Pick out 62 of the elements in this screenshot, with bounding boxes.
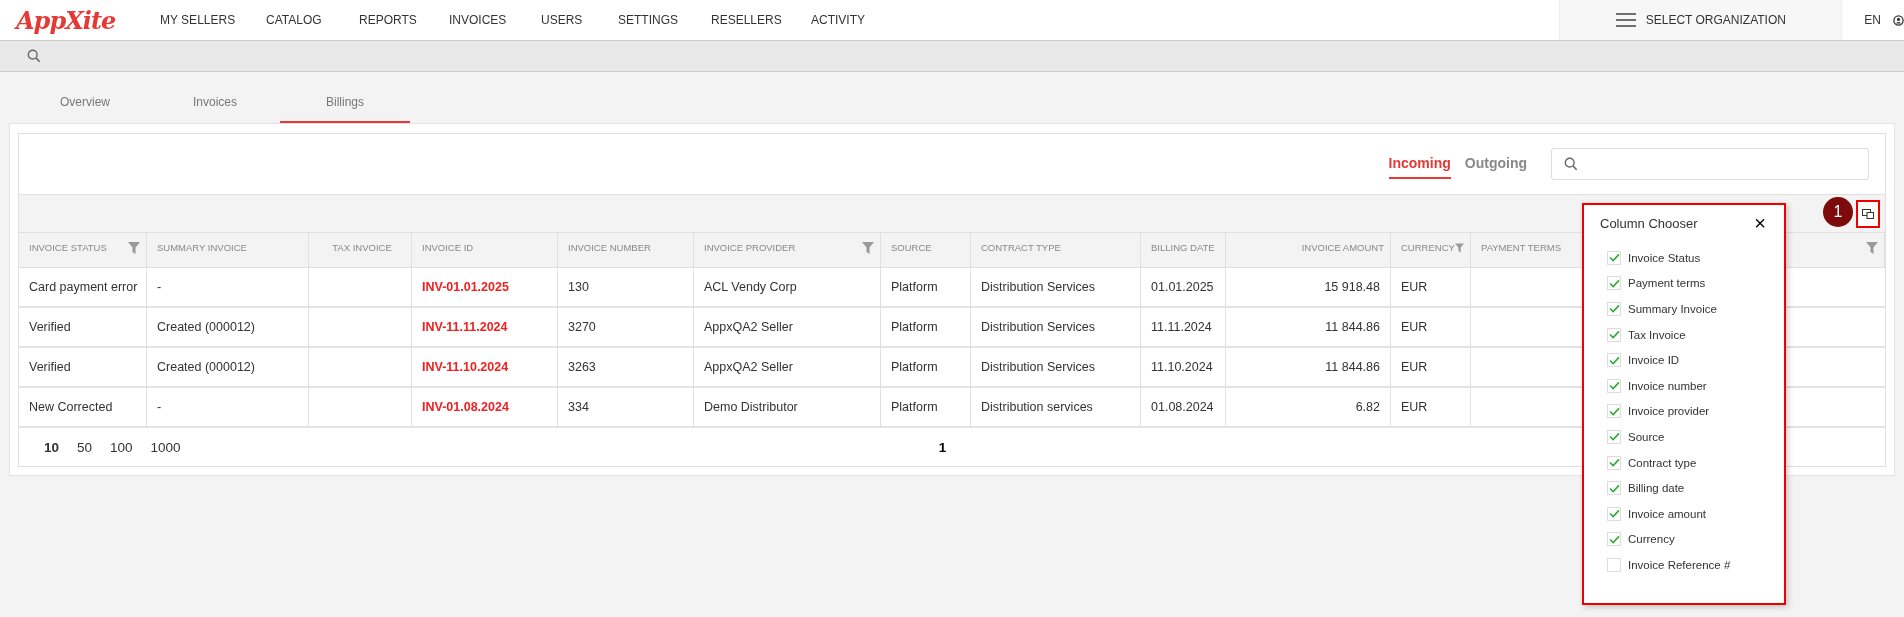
column-header-label: PAYMENT TERMS [1481, 242, 1562, 253]
table-cell: 130 [558, 268, 694, 308]
checkbox-label: Invoice Status [1628, 251, 1701, 264]
table-cell: Demo Distributor [694, 388, 881, 428]
table-cell: 01.01.2025 [1141, 268, 1226, 308]
column-header-label: INVOICE STATUS [29, 242, 107, 253]
column-header-label: CONTRACT TYPE [981, 242, 1061, 253]
checkbox-label: Payment terms [1628, 277, 1706, 290]
table-cell: - [147, 388, 309, 428]
table-cell: Created (000012) [147, 348, 309, 388]
checkbox-label: Source [1628, 430, 1665, 443]
checkbox-label: Invoice ID [1628, 354, 1680, 367]
panel-title: Column Chooser [1600, 215, 1698, 231]
table-cell: Platform [881, 388, 971, 428]
column-header-label: SUMMARY INVOICE [157, 242, 247, 253]
table-cell: Platform [881, 268, 971, 308]
column-header-label: INVOICE AMOUNT [1301, 242, 1384, 253]
table-cell: 11.10.2024 [1141, 348, 1226, 388]
column-header-label: BILLING DATE [1151, 242, 1215, 253]
column-header-label: CURRENCY [1401, 242, 1455, 253]
table-cell: Distribution services [971, 388, 1141, 428]
table-cell: Distribution Services [971, 308, 1141, 348]
table-cell: Distribution Services [971, 268, 1141, 308]
table-cell: Distribution Services [971, 348, 1141, 388]
column-header-label: INVOICE ID [422, 242, 474, 253]
table-cell: Platform [881, 308, 971, 348]
table-cell: ACL Vendy Corp [694, 268, 881, 308]
table-cell: EUR [1391, 308, 1471, 348]
checkbox-label: Currency [1628, 533, 1675, 546]
checkbox-label: Summary Invoice [1628, 303, 1717, 315]
table-cell: Verified [19, 308, 147, 348]
checkbox-label: Invoice amount [1628, 507, 1706, 520]
table-cell: Created (000012) [147, 308, 309, 348]
table-cell: EUR [1391, 348, 1471, 388]
checkbox-label: Contract type [1628, 456, 1697, 469]
table-cell: AppxQA2 Seller [694, 308, 881, 348]
table-cell: - [147, 268, 309, 308]
table-cell: 11 844.86 [1226, 348, 1391, 388]
table-cell: 6.82 [1226, 388, 1391, 428]
column-header-label: SOURCE [891, 242, 932, 253]
checkbox-label: Invoice number [1628, 379, 1707, 392]
checkbox-label: Billing date [1628, 482, 1685, 495]
table-cell: New Corrected [19, 388, 147, 428]
table-cell: 3270 [558, 308, 694, 348]
table-cell: AppxQA2 Seller [694, 348, 881, 388]
table-cell: Platform [881, 348, 971, 388]
table-cell: 334 [558, 388, 694, 428]
checkbox-label: Invoice provider [1628, 405, 1710, 418]
table-cell: 3263 [558, 348, 694, 388]
column-header-label: INVOICE NUMBER [568, 242, 651, 253]
table-cell: Verified [19, 348, 147, 388]
table-cell: 11 844.86 [1226, 308, 1391, 348]
checkbox-label: Tax Invoice [1628, 328, 1686, 341]
table-cell: EUR [1391, 388, 1471, 428]
checkbox-label: Invoice Reference # [1628, 558, 1731, 571]
column-header-label: TAX INVOICE [332, 242, 392, 253]
column-header-label: INVOICE PROVIDER [704, 242, 796, 253]
table-cell: 11.11.2024 [1141, 308, 1226, 348]
table-cell: Card payment error [19, 268, 147, 308]
table-cell: 15 918.48 [1226, 268, 1391, 308]
table-cell: 01.08.2024 [1141, 388, 1226, 428]
table-cell: EUR [1391, 268, 1471, 308]
